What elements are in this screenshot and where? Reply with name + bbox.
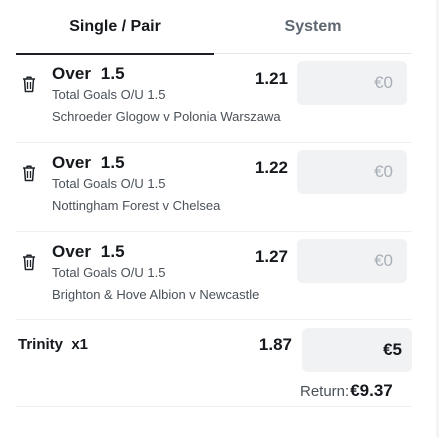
tab-single-pair[interactable]: Single / Pair xyxy=(16,0,214,55)
stake-input[interactable]: €0 xyxy=(297,239,407,283)
event-name: Brighton & Hove Albion v Newcastle xyxy=(52,287,260,302)
stake-input[interactable]: €0 xyxy=(297,61,407,105)
bet-row: Over 1.5 Total Goals O/U 1.5 Schroeder G… xyxy=(16,54,412,142)
selection-name: Over 1.5 xyxy=(52,153,125,172)
bet-odds: 1.22 xyxy=(254,158,288,177)
bet-odds: 1.21 xyxy=(254,69,288,88)
bet-type-tabs: Single / Pair System xyxy=(16,0,412,55)
combo-bet-label: Trinity x1 xyxy=(18,336,89,353)
trash-icon[interactable] xyxy=(22,164,38,182)
event-name: Schroeder Glogow v Polonia Warszawa xyxy=(52,109,281,124)
bet-row: Over 1.5 Total Goals O/U 1.5 Brighton & … xyxy=(16,231,412,319)
selection-name: Over 1.5 xyxy=(52,242,125,261)
combo-stake-input[interactable]: €5 xyxy=(302,328,412,372)
combo-bet-odds: 1.87 xyxy=(258,335,292,354)
trinity-row: Trinity x1 1.87 €5 xyxy=(16,319,412,379)
trash-icon[interactable] xyxy=(22,253,38,271)
return-label: Return: xyxy=(300,383,350,400)
market-name: Total Goals O/U 1.5 xyxy=(52,265,166,280)
event-name: Nottingham Forest v Chelsea xyxy=(52,198,221,213)
trash-icon[interactable] xyxy=(22,75,38,93)
bet-row: Over 1.5 Total Goals O/U 1.5 Nottingham … xyxy=(16,142,412,230)
divider xyxy=(16,406,412,407)
potential-return: Return: €9.37 xyxy=(300,381,393,403)
market-name: Total Goals O/U 1.5 xyxy=(52,176,166,191)
market-name: Total Goals O/U 1.5 xyxy=(52,87,166,102)
selection-name: Over 1.5 xyxy=(52,64,125,83)
return-value: €9.37 xyxy=(350,381,393,400)
tab-system[interactable]: System xyxy=(214,0,412,54)
stake-input[interactable]: €0 xyxy=(297,150,407,194)
bet-odds: 1.27 xyxy=(254,247,288,266)
